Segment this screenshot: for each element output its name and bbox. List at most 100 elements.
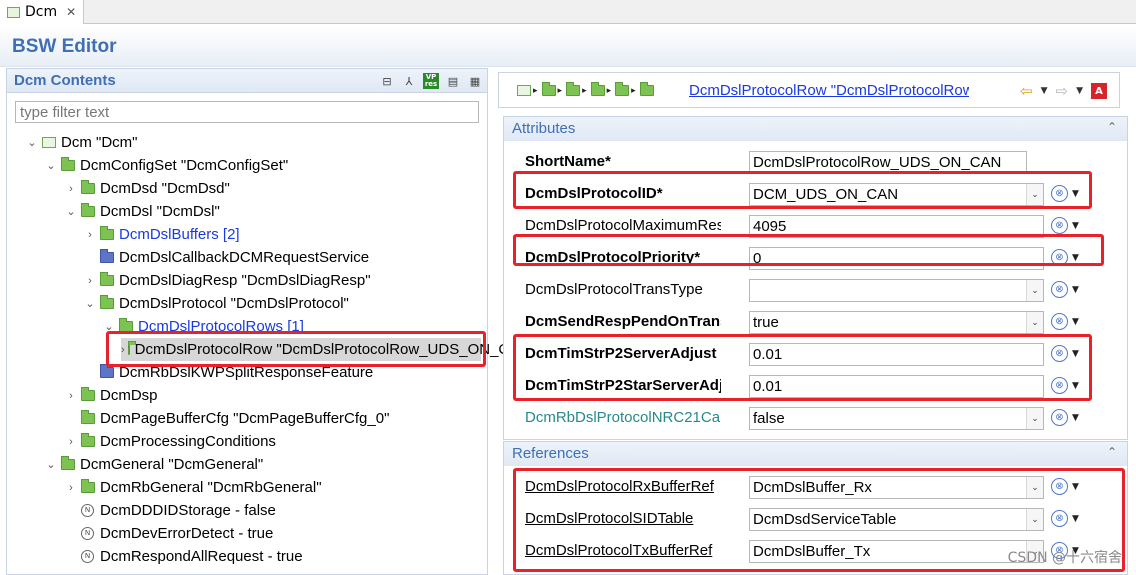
attribute-combo[interactable]: false ⌄ [749, 407, 1044, 430]
hierarchy-icon[interactable]: ⅄ [401, 73, 417, 89]
reference-combo[interactable]: DcmDslBuffer_Rx ⌄ [749, 476, 1044, 499]
crumb-folder[interactable]: ▸ [566, 82, 587, 96]
crumb-folder[interactable]: ▸ [590, 82, 611, 96]
breadcrumb-current-link[interactable]: DcmDslProtocolRow "DcmDslProtocolRow_UDS… [689, 82, 969, 99]
tree-item[interactable]: › DcmDslBuffers [2] [83, 223, 240, 246]
tree-item[interactable]: ⌄ DcmDsl "DcmDsl" [64, 200, 220, 223]
tree-item[interactable]: N DcmRespondAllRequest - true [64, 545, 303, 568]
expand-open-icon[interactable]: ⌄ [102, 320, 116, 333]
chevron-down-icon[interactable]: ⌄ [1026, 184, 1043, 205]
attribute-input[interactable]: 4095 [749, 215, 1044, 238]
reset-icon[interactable]: ⊗ [1051, 409, 1068, 426]
reset-icon[interactable]: ⊗ [1051, 377, 1068, 394]
tree-item[interactable]: DcmPageBufferCfg "DcmPageBufferCfg_0" [64, 407, 389, 430]
collapse-icon[interactable]: ⌃ [1107, 445, 1117, 459]
expand-open-icon[interactable]: ⌄ [64, 205, 78, 218]
crumb-folder[interactable]: ▸ [615, 82, 636, 96]
vp-res-icon[interactable]: VP res [423, 73, 439, 89]
attribute-combo[interactable]: true ⌄ [749, 311, 1044, 334]
chevron-down-icon[interactable]: ⌄ [1026, 408, 1043, 429]
crumb-folder[interactable] [639, 82, 654, 96]
tree-item[interactable]: ⌄ DcmDslProtocolRows [1] [102, 315, 304, 338]
tree-item[interactable]: DcmRbDslKWPSplitResponseFeature [83, 361, 373, 384]
chevron-down-icon[interactable]: ▼ [1072, 381, 1079, 391]
collapse-all-icon[interactable]: ⊟ [379, 73, 395, 89]
tree-item[interactable]: N DcmDevErrorDetect - true [64, 522, 273, 545]
expand-closed-icon[interactable]: › [64, 183, 78, 195]
chevron-down-icon[interactable]: ▼ [1072, 317, 1079, 327]
expand-closed-icon[interactable]: › [64, 482, 78, 494]
attribute-row: DcmTimStrP2StarServerAdjust0.01⊗▼ [504, 371, 1129, 401]
reset-icon[interactable]: ⊗ [1051, 510, 1068, 527]
tree-item[interactable]: › DcmDsp [64, 384, 158, 407]
expand-open-icon[interactable]: ⌄ [25, 136, 39, 149]
chevron-down-icon[interactable]: ▼ [1072, 514, 1079, 524]
expand-open-icon[interactable]: ⌄ [44, 159, 58, 172]
chevron-down-icon[interactable]: ⌄ [1026, 312, 1043, 333]
attribute-input[interactable]: DcmDslProtocolRow_UDS_ON_CAN [749, 151, 1027, 174]
chevron-down-icon[interactable]: ▼ [1072, 221, 1079, 231]
expand-open-icon[interactable]: ⌄ [83, 297, 97, 310]
attribute-combo[interactable]: ⌄ [749, 279, 1044, 302]
tree-item[interactable]: ⌄ DcmDslProtocol "DcmDslProtocol" [83, 292, 349, 315]
chevron-down-icon[interactable]: ▼ [1072, 189, 1079, 199]
reset-icon[interactable]: ⊗ [1051, 313, 1068, 330]
attribute-combo[interactable]: DCM_UDS_ON_CAN ⌄ [749, 183, 1044, 206]
expand-closed-icon[interactable]: › [83, 275, 97, 287]
tree-item[interactable]: ⌄ DcmGeneral "DcmGeneral" [44, 453, 263, 476]
reference-label-link[interactable]: DcmDslProtocolSIDTable [525, 510, 721, 527]
reset-icon[interactable]: ⊗ [1051, 345, 1068, 362]
reference-combo[interactable]: DcmDsdServiceTable ⌄ [749, 508, 1044, 531]
tree-item[interactable]: › DcmDslDiagResp "DcmDslDiagResp" [83, 269, 371, 292]
tree-item[interactable]: ⌄ DcmConfigSet "DcmConfigSet" [44, 154, 288, 177]
reset-icon[interactable]: ⊗ [1051, 249, 1068, 266]
back-arrow-icon[interactable]: ⇦ [1020, 82, 1033, 100]
expand-closed-icon[interactable]: › [64, 436, 78, 448]
references-header[interactable]: References ⌃ [504, 442, 1127, 466]
chevron-down-icon[interactable]: ▼ [1072, 482, 1079, 492]
pdf-icon[interactable]: A [1091, 83, 1107, 99]
collapse-icon[interactable]: ⌃ [1107, 120, 1117, 134]
reset-icon[interactable]: ⊗ [1051, 478, 1068, 495]
expand-closed-icon[interactable]: › [121, 344, 125, 356]
chevron-down-icon[interactable]: ▼ [1041, 86, 1048, 96]
crumb-folder[interactable]: ▸ [541, 82, 562, 96]
tree-item[interactable]: DcmDslCallbackDCMRequestService [83, 246, 369, 269]
reset-icon[interactable]: ⊗ [1051, 217, 1068, 234]
chevron-down-icon[interactable]: ▼ [1072, 253, 1079, 263]
chevron-down-icon[interactable]: ⌄ [1026, 477, 1043, 498]
close-icon[interactable]: ✕ [66, 5, 76, 19]
expand-open-icon[interactable]: ⌄ [44, 458, 58, 471]
tree-item[interactable]: ⌄ Dcm "Dcm" [25, 131, 137, 154]
attributes-title: Attributes [512, 120, 576, 137]
filter-input[interactable]: type filter text [15, 101, 479, 123]
tab-dcm[interactable]: Dcm ✕ [0, 0, 84, 24]
contents-title: Dcm Contents [14, 72, 116, 89]
chevron-down-icon[interactable]: ⌄ [1026, 509, 1043, 530]
reset-icon[interactable]: ⊗ [1051, 185, 1068, 202]
chevron-down-icon[interactable]: ▼ [1072, 413, 1079, 423]
tree-item[interactable]: › DcmDsd "DcmDsd" [64, 177, 230, 200]
attribute-input[interactable]: 0.01 [749, 343, 1044, 366]
forward-arrow-icon[interactable]: ⇨ [1056, 82, 1069, 100]
tree-item[interactable]: N DcmDDDIDStorage - false [64, 499, 276, 522]
document-icon[interactable]: ▤ [445, 73, 461, 89]
attribute-input[interactable]: 0.01 [749, 375, 1044, 398]
table-icon[interactable]: ▦ [467, 73, 483, 89]
attributes-header[interactable]: Attributes ⌃ [504, 117, 1127, 141]
tree-item[interactable]: › DcmDslProtocolRow "DcmDslProtocolRow_UD… [121, 338, 535, 361]
reference-combo[interactable]: DcmDslBuffer_Tx ⌄ [749, 540, 1044, 563]
expand-closed-icon[interactable]: › [64, 390, 78, 402]
crumb-module[interactable]: ▸ [517, 85, 538, 96]
reset-icon[interactable]: ⊗ [1051, 281, 1068, 298]
chevron-down-icon[interactable]: ▼ [1072, 349, 1079, 359]
chevron-down-icon[interactable]: ⌄ [1026, 280, 1043, 301]
expand-closed-icon[interactable]: › [83, 229, 97, 241]
reference-label-link[interactable]: DcmDslProtocolRxBufferRef [525, 478, 721, 495]
chevron-down-icon[interactable]: ▼ [1076, 86, 1083, 96]
reference-label-link[interactable]: DcmDslProtocolTxBufferRef [525, 542, 721, 559]
tree-item[interactable]: › DcmRbGeneral "DcmRbGeneral" [64, 476, 322, 499]
chevron-down-icon[interactable]: ▼ [1072, 285, 1079, 295]
tree-item[interactable]: › DcmProcessingConditions [64, 430, 276, 453]
attribute-input[interactable]: 0 [749, 247, 1044, 270]
